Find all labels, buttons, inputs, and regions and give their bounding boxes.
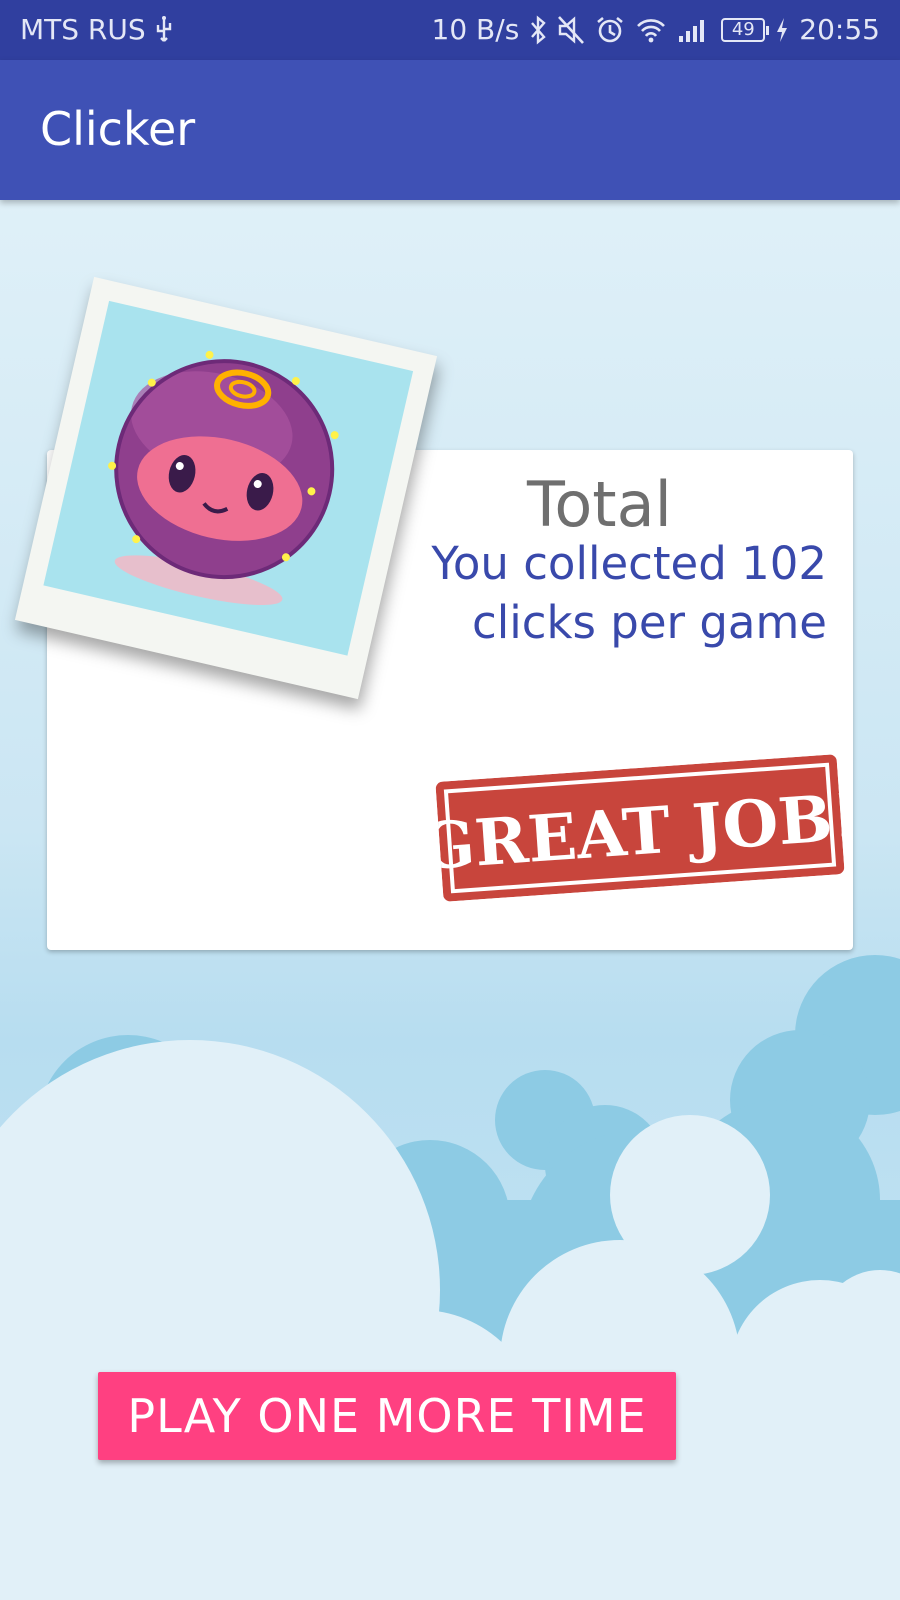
character-illustration <box>43 300 414 656</box>
great-job-stamp: GREAT JOB! <box>418 754 863 902</box>
app-bar: Clicker <box>0 60 900 200</box>
main-content: Total You collected 102 clicks per game … <box>0 200 900 1600</box>
status-right: 10 B/s 49 20:55 <box>432 13 880 46</box>
score-text: You collected 102 clicks per game <box>387 534 827 652</box>
battery-icon: 49 <box>721 17 770 42</box>
signal-icon <box>677 14 711 46</box>
wifi-icon <box>635 14 667 46</box>
score-line-1: You collected 102 <box>431 537 827 590</box>
mute-icon <box>557 14 585 46</box>
carrier-name: MTS RUS <box>20 13 146 46</box>
charging-icon <box>775 14 789 46</box>
alarm-icon <box>595 14 625 46</box>
clock: 20:55 <box>799 13 880 46</box>
score-line-2: clicks per game <box>471 596 827 649</box>
bluetooth-icon <box>529 14 547 46</box>
play-again-button[interactable]: PLAY ONE MORE TIME <box>98 1372 676 1460</box>
usb-icon <box>154 14 174 46</box>
network-speed: 10 B/s <box>431 13 520 46</box>
status-left: MTS RUS <box>20 13 174 46</box>
total-heading: Total <box>527 468 672 541</box>
status-bar: MTS RUS 10 B/s 49 20:55 <box>0 0 900 60</box>
app-title: Clicker <box>40 102 196 156</box>
